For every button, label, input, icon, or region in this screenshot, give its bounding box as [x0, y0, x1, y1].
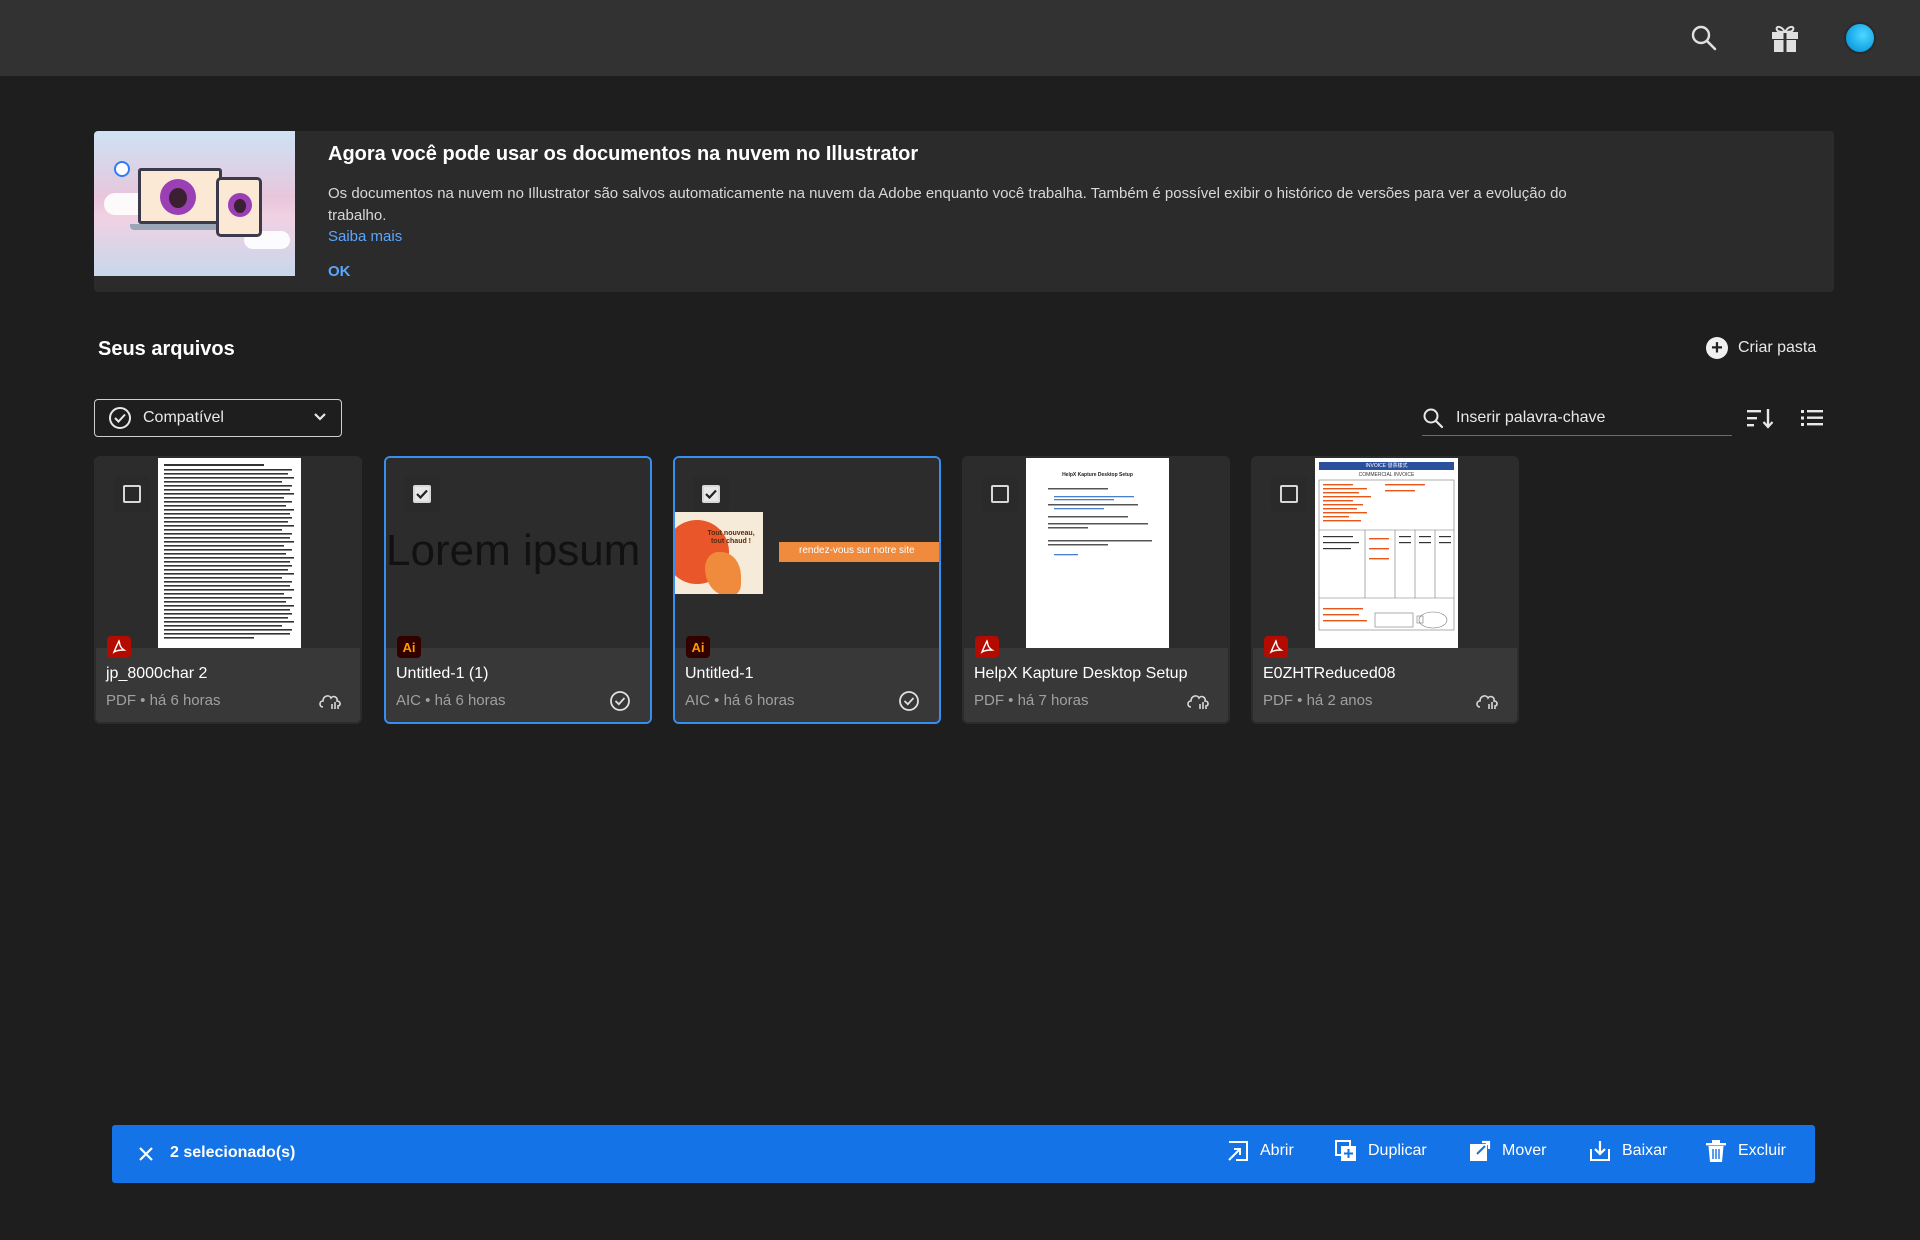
create-folder-label: Criar pasta — [1738, 339, 1817, 356]
selection-count: 2 selecionado(s) — [170, 1144, 296, 1161]
pdf-page-preview: INVOICE 發票樣式 COMMERCIAL INVOICE — [1315, 458, 1458, 648]
duplicate-icon — [1335, 1140, 1356, 1161]
filter-label: Compatível — [143, 409, 224, 426]
pdf-file-icon — [975, 636, 999, 658]
file-name: jp_8000char 2 — [106, 665, 208, 682]
file-meta: AIC • há 6 horas — [685, 692, 795, 709]
file-card[interactable]: Tout nouveau, tout chaud ! rendez-vous s… — [673, 456, 941, 724]
move-button[interactable]: Mover — [1468, 1139, 1546, 1163]
file-meta: PDF • há 6 horas — [106, 692, 221, 709]
file-meta-panel — [675, 648, 939, 722]
select-checkbox[interactable] — [114, 476, 150, 512]
search-icon[interactable] — [1686, 20, 1722, 56]
move-label: Mover — [1502, 1142, 1547, 1159]
create-folder-button[interactable]: + Criar pasta — [1706, 337, 1816, 359]
file-name: Untitled-1 — [685, 665, 754, 682]
close-icon[interactable] — [134, 1142, 158, 1166]
duplicate-label: Duplicar — [1368, 1142, 1427, 1159]
pdf-page-preview — [158, 458, 301, 648]
file-meta-panel — [386, 648, 650, 722]
file-meta-panel — [96, 648, 360, 722]
illustrator-file-icon: Ai — [686, 636, 710, 658]
file-card[interactable]: jp_8000char 2 PDF • há 6 horas — [94, 456, 362, 724]
selection-action-bar: 2 selecionado(s) Abrir Duplicar Mover Ba… — [112, 1125, 1815, 1183]
cloud-icon — [1186, 690, 1210, 712]
cloud-icon — [1475, 690, 1499, 712]
list-view-icon[interactable] — [1796, 404, 1828, 432]
banner-illustration — [94, 131, 295, 276]
pdf-file-icon — [107, 636, 131, 658]
checkmark-circle-icon — [109, 407, 131, 429]
search-input[interactable] — [1456, 408, 1716, 427]
synced-check-icon — [608, 690, 632, 712]
sync-icon — [114, 161, 130, 177]
open-button[interactable]: Abrir — [1226, 1139, 1294, 1163]
preview-card-left: Tout nouveau, tout chaud ! — [675, 512, 763, 594]
user-avatar[interactable] — [1844, 22, 1876, 54]
select-checkbox[interactable] — [1271, 476, 1307, 512]
file-name: E0ZHTReduced08 — [1263, 665, 1396, 682]
illustrator-file-icon: Ai — [397, 636, 421, 658]
file-name: Untitled-1 (1) — [396, 665, 489, 682]
file-card[interactable]: HelpX Kapture Desktop Setup HelpX Kaptur… — [962, 456, 1230, 724]
select-checkbox[interactable] — [982, 476, 1018, 512]
add-circle-icon: + — [1706, 337, 1728, 359]
select-checkbox[interactable] — [693, 476, 729, 512]
preview-text: Lorem ipsum — [386, 526, 641, 575]
open-icon — [1228, 1141, 1248, 1161]
section-title: Seus arquivos — [98, 338, 235, 360]
file-meta-panel — [964, 648, 1228, 722]
file-card[interactable]: Lorem ipsum Ai Untitled-1 (1) AIC • há 6… — [384, 456, 652, 724]
move-icon — [1470, 1140, 1491, 1161]
banner-title: Agora você pode usar os documentos na nu… — [328, 143, 919, 165]
file-card[interactable]: INVOICE 發票樣式 COMMERCIAL INVOICE E0ZHTRed… — [1251, 456, 1519, 724]
synced-check-icon — [897, 690, 921, 712]
top-bar — [0, 0, 1920, 76]
download-label: Baixar — [1622, 1142, 1668, 1159]
learn-more-link[interactable]: Saiba mais — [328, 228, 402, 245]
search-box — [1422, 400, 1732, 436]
banner-ok-button[interactable]: OK — [328, 263, 351, 280]
trash-icon — [1706, 1140, 1726, 1162]
duplicate-button[interactable]: Duplicar — [1334, 1139, 1427, 1163]
download-icon — [1590, 1141, 1610, 1161]
file-meta: PDF • há 2 anos — [1263, 692, 1373, 709]
gift-icon[interactable] — [1767, 20, 1803, 56]
download-button[interactable]: Baixar — [1588, 1139, 1667, 1163]
search-icon — [1423, 408, 1444, 428]
pdf-file-icon — [1264, 636, 1288, 658]
sort-icon[interactable] — [1744, 404, 1776, 432]
banner-description: Os documentos na nuvem no Illustrator sã… — [328, 185, 1567, 224]
select-checkbox[interactable] — [404, 476, 440, 512]
delete-button[interactable]: Excluir — [1704, 1139, 1786, 1163]
file-meta: AIC • há 6 horas — [396, 692, 506, 709]
preview-banner: rendez-vous sur notre site — [779, 542, 939, 562]
open-label: Abrir — [1260, 1142, 1294, 1159]
pdf-page-preview: HelpX Kapture Desktop Setup — [1026, 458, 1169, 648]
file-name: HelpX Kapture Desktop Setup — [974, 665, 1188, 682]
file-meta-panel — [1253, 648, 1517, 722]
chevron-down-icon — [313, 409, 327, 427]
cloud-icon — [318, 690, 342, 712]
delete-label: Excluir — [1738, 1142, 1787, 1159]
filter-dropdown[interactable]: Compatível — [94, 399, 342, 437]
file-meta: PDF • há 7 horas — [974, 692, 1089, 709]
